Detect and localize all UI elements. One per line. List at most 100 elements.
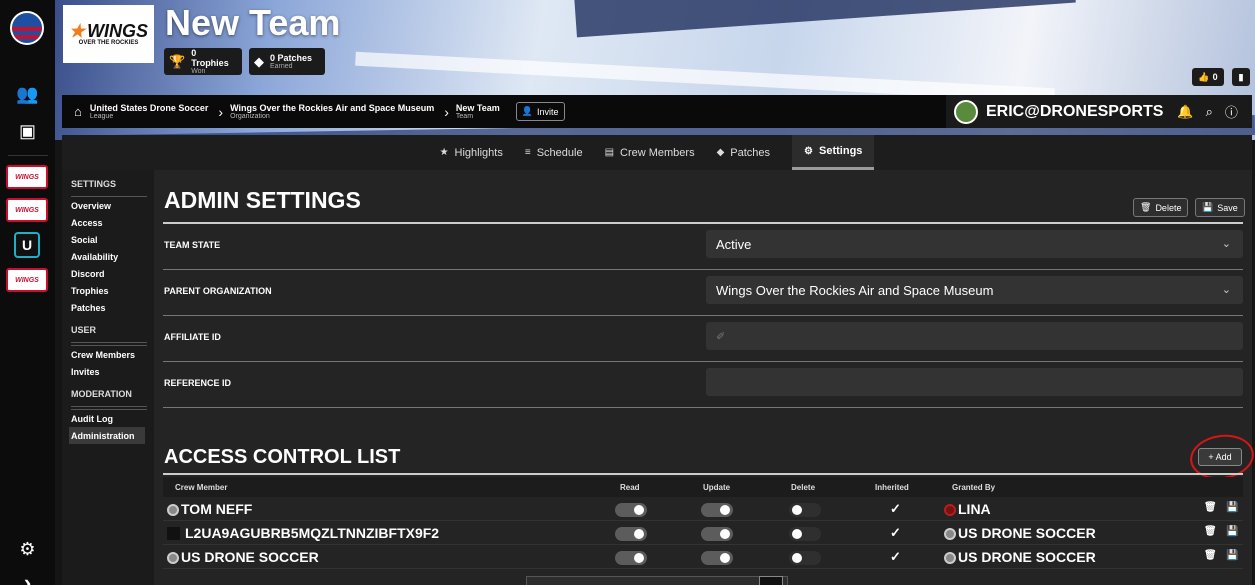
sidebar-item-overview[interactable]: Overview — [71, 197, 147, 214]
trophies-stat: 🏆 0 Trophies Earned Won — [164, 48, 242, 75]
team-wings-icon[interactable]: WINGS — [6, 198, 48, 222]
settings-sidebar: SETTINGS Overview Access Social Availabi… — [62, 170, 154, 585]
search-icon[interactable]: ⌕ — [1206, 104, 1213, 120]
sidebar-item-audit-log[interactable]: Audit Log — [71, 409, 147, 427]
star-icon: ★ — [439, 147, 449, 158]
trophy-icon: 🏆 — [169, 53, 186, 69]
trash-icon[interactable]: 🗑 — [1204, 526, 1217, 537]
breadcrumb-league[interactable]: United States Drone Soccer League — [90, 103, 209, 120]
app-rail: 👥 ▣ WINGS WINGS U WINGS ⚙ › — [0, 0, 55, 585]
tab-highlights[interactable]: ★ Highlights — [440, 135, 503, 170]
reference-id-input[interactable] — [706, 368, 1243, 396]
thumbs-up-icon: 👍 — [1198, 71, 1210, 82]
update-toggle[interactable] — [701, 503, 733, 517]
bottom-popup — [526, 576, 788, 585]
avatar — [944, 552, 956, 564]
sidebar-item-patches[interactable]: Patches — [71, 299, 147, 316]
avatar — [167, 504, 179, 516]
table-row: TOM NEFF ✓ LINA 🗑 💾 — [163, 497, 1243, 521]
team-state-select[interactable]: Active ⌄ — [706, 230, 1243, 258]
bookmark-button[interactable]: ▮ — [1232, 68, 1250, 86]
tab-schedule[interactable]: ≡ Schedule — [525, 135, 583, 170]
affiliate-id-label: AFFILIATE ID — [164, 332, 221, 342]
add-user-icon: 👤 — [521, 106, 533, 116]
chevron-down-icon: ⌄ — [1221, 284, 1231, 296]
league-logo-icon[interactable] — [10, 11, 44, 45]
chevron-right-icon[interactable]: › — [11, 566, 44, 585]
trash-icon[interactable]: 🗑 — [1204, 550, 1217, 561]
help-icon[interactable]: ⓘ — [1225, 102, 1238, 121]
parent-organization-row: PARENT ORGANIZATION Wings Over the Rocki… — [163, 270, 1243, 316]
annotation-circle — [1187, 430, 1255, 484]
invite-button[interactable]: 👤 Invite — [515, 102, 565, 121]
bell-icon[interactable]: 🔔 — [1177, 104, 1193, 120]
shield-icon: ◆ — [716, 147, 725, 158]
team-wings-icon[interactable]: WINGS — [6, 165, 48, 189]
table-row: L2UA9AGUBRB5MQZLTNNZIBFTX9F2 ✓ US DRONE … — [163, 521, 1243, 545]
read-toggle[interactable] — [615, 551, 647, 565]
tab-settings[interactable]: ⚙ Settings — [792, 135, 875, 170]
floppy-icon[interactable]: 💾 — [1226, 502, 1238, 513]
breadcrumb-team[interactable]: New Team Team — [456, 103, 500, 120]
parent-organization-select[interactable]: Wings Over the Rockies Air and Space Mus… — [706, 276, 1243, 304]
sidebar-item-social[interactable]: Social — [71, 231, 147, 248]
shield-icon: ◆ — [254, 53, 264, 69]
delete-toggle[interactable] — [789, 527, 821, 541]
inherited-check-icon: ✓ — [890, 501, 901, 516]
floppy-icon: 💾 — [1202, 202, 1214, 212]
team-wings-icon[interactable]: WINGS — [6, 268, 48, 292]
delete-toggle[interactable] — [789, 551, 821, 565]
sidebar-header-user: USER — [71, 316, 147, 343]
sidebar-item-invites[interactable]: Invites — [71, 363, 147, 380]
affiliate-id-input[interactable]: ✐ — [706, 322, 1243, 350]
bookmark-icon: ▮ — [1238, 71, 1244, 82]
team-logo: WINGS OVER THE ROCKIES — [63, 5, 154, 63]
team-state-label: TEAM STATE — [164, 240, 221, 250]
calendar-icon[interactable]: ▣ — [11, 115, 44, 148]
gear-icon: ⚙ — [804, 145, 814, 157]
team-u-icon[interactable]: U — [14, 232, 40, 258]
update-toggle[interactable] — [701, 527, 733, 541]
sidebar-item-trophies[interactable]: Trophies — [71, 282, 147, 299]
affiliate-id-row: AFFILIATE ID ✐ — [163, 316, 1243, 362]
sidebar-header-settings: SETTINGS — [71, 170, 147, 197]
crew-icon: ▤ — [604, 147, 615, 158]
delete-toggle[interactable] — [789, 503, 821, 517]
sidebar-item-crew-members[interactable]: Crew Members — [71, 345, 147, 363]
parent-organization-label: PARENT ORGANIZATION — [164, 286, 272, 296]
read-toggle[interactable] — [615, 527, 647, 541]
trash-icon[interactable]: 🗑 — [1204, 502, 1217, 513]
user-menu: ERIC@DRONESPORTS 🔔 ⌕ ⓘ — [946, 95, 1252, 128]
avatar — [944, 528, 956, 540]
tab-patches[interactable]: ◆ Patches — [717, 135, 770, 170]
like-button[interactable]: 👍 0 — [1192, 68, 1224, 86]
sidebar-item-access[interactable]: Access — [71, 214, 147, 231]
read-toggle[interactable] — [615, 503, 647, 517]
users-icon[interactable]: 👥 — [11, 78, 44, 111]
list-icon: ≡ — [524, 147, 531, 158]
tab-bar: ★ Highlights ≡ Schedule ▤ Crew Members ◆… — [62, 135, 1252, 170]
update-toggle[interactable] — [701, 551, 733, 565]
breadcrumb: ⌂ United States Drone Soccer League › Wi… — [62, 95, 1252, 128]
reference-id-label: REFERENCE ID — [164, 378, 232, 388]
gear-icon[interactable]: ⚙ — [11, 533, 44, 566]
tab-crew-members[interactable]: ▤ Crew Members — [605, 135, 695, 170]
team-state-row: TEAM STATE Active ⌄ — [163, 224, 1243, 270]
inherited-check-icon: ✓ — [890, 549, 901, 564]
acl-table-header: Crew Member Read Update Delete Inherited… — [163, 477, 1243, 497]
popup-button[interactable] — [759, 576, 783, 585]
delete-button[interactable]: 🗑 Delete — [1133, 198, 1189, 217]
breadcrumb-organization[interactable]: Wings Over the Rockies Air and Space Mus… — [230, 103, 434, 120]
avatar[interactable] — [954, 99, 978, 124]
floppy-icon[interactable]: 💾 — [1226, 526, 1238, 537]
floppy-icon[interactable]: 💾 — [1226, 550, 1238, 561]
reference-id-row: REFERENCE ID — [163, 362, 1243, 408]
home-icon[interactable]: ⌂ — [74, 104, 82, 119]
main-panel: ★ Highlights ≡ Schedule ▤ Crew Members ◆… — [62, 135, 1255, 585]
sidebar-item-availability[interactable]: Availability — [71, 248, 147, 265]
sidebar-item-administration[interactable]: Administration — [69, 427, 145, 444]
inherited-check-icon: ✓ — [890, 525, 901, 540]
sidebar-item-discord[interactable]: Discord — [71, 265, 147, 282]
save-button[interactable]: 💾 Save — [1195, 198, 1245, 217]
user-name[interactable]: ERIC@DRONESPORTS — [986, 103, 1163, 121]
